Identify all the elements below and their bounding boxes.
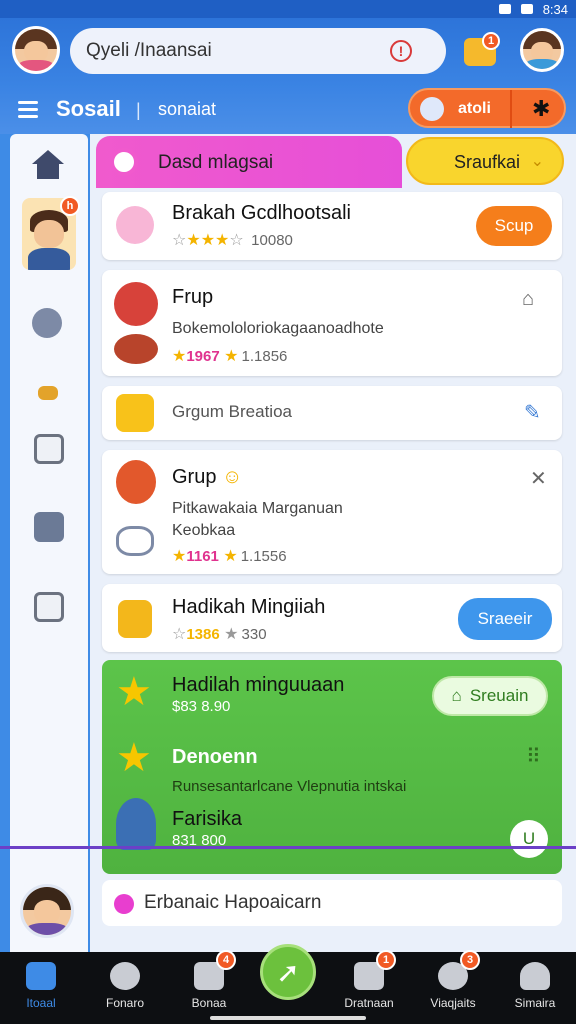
tab-filter[interactable]: Sraufkai ⌄: [406, 137, 564, 185]
tab-messages[interactable]: Dasd mlagsai: [96, 136, 402, 188]
notification-item[interactable]: Erbanaic Hapoaicarn: [102, 880, 562, 926]
item-title: Grup ☺: [172, 466, 243, 488]
status-time: 8:34: [542, 1, 568, 17]
profile-icon: [520, 962, 550, 990]
list-item[interactable]: Frup Bokemololoriokagaanoadhote ★1967 ★ 1…: [102, 270, 562, 376]
menu-icon[interactable]: [18, 101, 38, 118]
pin-icon[interactable]: ⌂: [522, 288, 534, 311]
home-icon[interactable]: [32, 150, 64, 180]
heart-icon: [116, 206, 154, 244]
gift-bag-icon: [118, 600, 152, 638]
action-pill[interactable]: atoli ✱: [408, 88, 566, 128]
item-subtitle: Keobkaa: [172, 522, 236, 539]
item-price: ☆1386 ★ 330: [172, 626, 267, 643]
nav-item-profile[interactable]: Simaira: [494, 952, 576, 1024]
star-icon: ★: [116, 670, 152, 714]
phone-icon[interactable]: [32, 308, 62, 338]
edit-icon[interactable]: ✎: [524, 400, 541, 425]
sidebar-user-avatar[interactable]: [20, 884, 74, 938]
item-price: ★1161 ★ 1.1556: [172, 548, 287, 565]
sidebar: h: [10, 134, 96, 952]
edit-icon[interactable]: [34, 512, 64, 542]
item-title: Grgum Breatioa: [172, 402, 292, 421]
main-content: Dasd mlagsai Sraufkai ⌄ Brakah Gcdlhoots…: [90, 134, 576, 952]
sidebar-badge: h: [60, 196, 80, 216]
settings-icon[interactable]: ✱: [532, 96, 550, 122]
coin-icon: [114, 334, 158, 364]
search-text: Qyeli /Inaansai: [86, 40, 212, 61]
page-title: Sosail: [56, 96, 121, 121]
round-action-button[interactable]: U: [510, 820, 548, 858]
badge-icon: [116, 394, 154, 432]
status-bar: 8:34: [0, 0, 576, 18]
reward-subtitle: Runsesantarlcane Vlepnutia intskai: [172, 778, 407, 795]
signal-icon: [498, 4, 511, 14]
reward-title: Farisika: [172, 808, 243, 830]
title-separator: |: [136, 100, 141, 120]
list-item[interactable]: Hadikah Mingiiah ☆1386 ★ 330 Sraeeir: [102, 584, 562, 652]
reward-button[interactable]: ⌂ Sreuain: [432, 676, 548, 716]
key-icon[interactable]: [38, 386, 58, 400]
compose-fab-button[interactable]: ➚: [260, 944, 316, 1000]
group-avatar: [114, 282, 158, 326]
nav-item-gallery[interactable]: 1 Dratnaan: [328, 950, 410, 1024]
nav-bar: Sosail | sonaiat atoli ✱: [0, 84, 576, 134]
list-item[interactable]: Grgum Breatioa ✎: [102, 386, 562, 440]
top-header: Qyeli /Inaansai ! 1: [0, 18, 576, 84]
notification-text: Erbanaic Hapoaicarn: [144, 892, 322, 913]
nav-item-messages[interactable]: 3 Viaqjaits: [412, 950, 494, 1024]
person-icon: [116, 460, 156, 504]
nav-item-home[interactable]: Itoaal: [0, 952, 82, 1024]
search-input[interactable]: Qyeli /Inaansai !: [70, 28, 446, 74]
inbox-icon[interactable]: [34, 592, 64, 622]
heart-outline-icon: [116, 526, 154, 556]
chevron-down-icon: ⌄: [530, 153, 544, 170]
page-subtitle[interactable]: sonaiat: [158, 99, 216, 120]
list-item[interactable]: Brakah Gcdlhootsali ☆★★★☆ 10080 Scup: [102, 192, 562, 260]
calendar-icon[interactable]: [34, 434, 64, 464]
list-item[interactable]: Grup ☺ Pitkawakaia Marganuan Keobkaa ★11…: [102, 450, 562, 574]
location-pin-icon: [114, 894, 134, 914]
scup-button[interactable]: Scup: [476, 206, 552, 246]
user-avatar[interactable]: [520, 28, 564, 72]
home-icon: [26, 962, 56, 990]
item-title: Frup: [172, 286, 214, 308]
star-icon: ★: [116, 736, 152, 780]
item-subtitle: Pitkawakaia Marganuan: [172, 500, 343, 517]
nav-item-store[interactable]: 4 Bonaa: [168, 950, 250, 1024]
close-icon[interactable]: ✕: [530, 466, 547, 491]
nav-item-friends[interactable]: Fonaro: [84, 952, 166, 1024]
people-icon: [110, 962, 140, 990]
home-indicator: [210, 1016, 366, 1020]
profile-avatar[interactable]: [12, 26, 60, 74]
tab-messages-label: Dasd mlagsai: [158, 152, 274, 173]
battery-icon: [520, 4, 533, 14]
chat-badge: 1: [482, 32, 500, 50]
item-subtitle: Bokemololoriokagaanoadhote: [172, 320, 384, 337]
item-title: Brakah Gcdlhootsali: [172, 202, 351, 224]
rating-stars: ☆★★★☆ 10080: [172, 232, 293, 249]
action-pill-label: atoli: [458, 100, 491, 117]
rocket-icon: [420, 97, 444, 121]
rating-count: 10080: [251, 232, 293, 249]
drag-handle-icon[interactable]: ⠿: [526, 744, 541, 769]
reward-section: ★ Hadilah minguuaan $83 8.90 ⌂ Sreuain ★ …: [102, 660, 562, 874]
reward-price: $83 8.90: [172, 698, 231, 715]
tab-filter-label: Sraufkai: [454, 152, 521, 172]
clear-search-icon[interactable]: !: [390, 40, 412, 62]
reward-title: Denoenn: [172, 746, 258, 768]
claim-button[interactable]: Sraeeir: [458, 598, 552, 640]
reward-title: Hadilah minguuaan: [172, 674, 345, 696]
item-price: ★1967 ★ 1.1856: [172, 348, 288, 365]
person-icon: [116, 798, 156, 850]
divider: [0, 846, 576, 849]
item-title: Hadikah Mingiiah: [172, 596, 326, 618]
chat-bubble-icon: [110, 148, 138, 176]
